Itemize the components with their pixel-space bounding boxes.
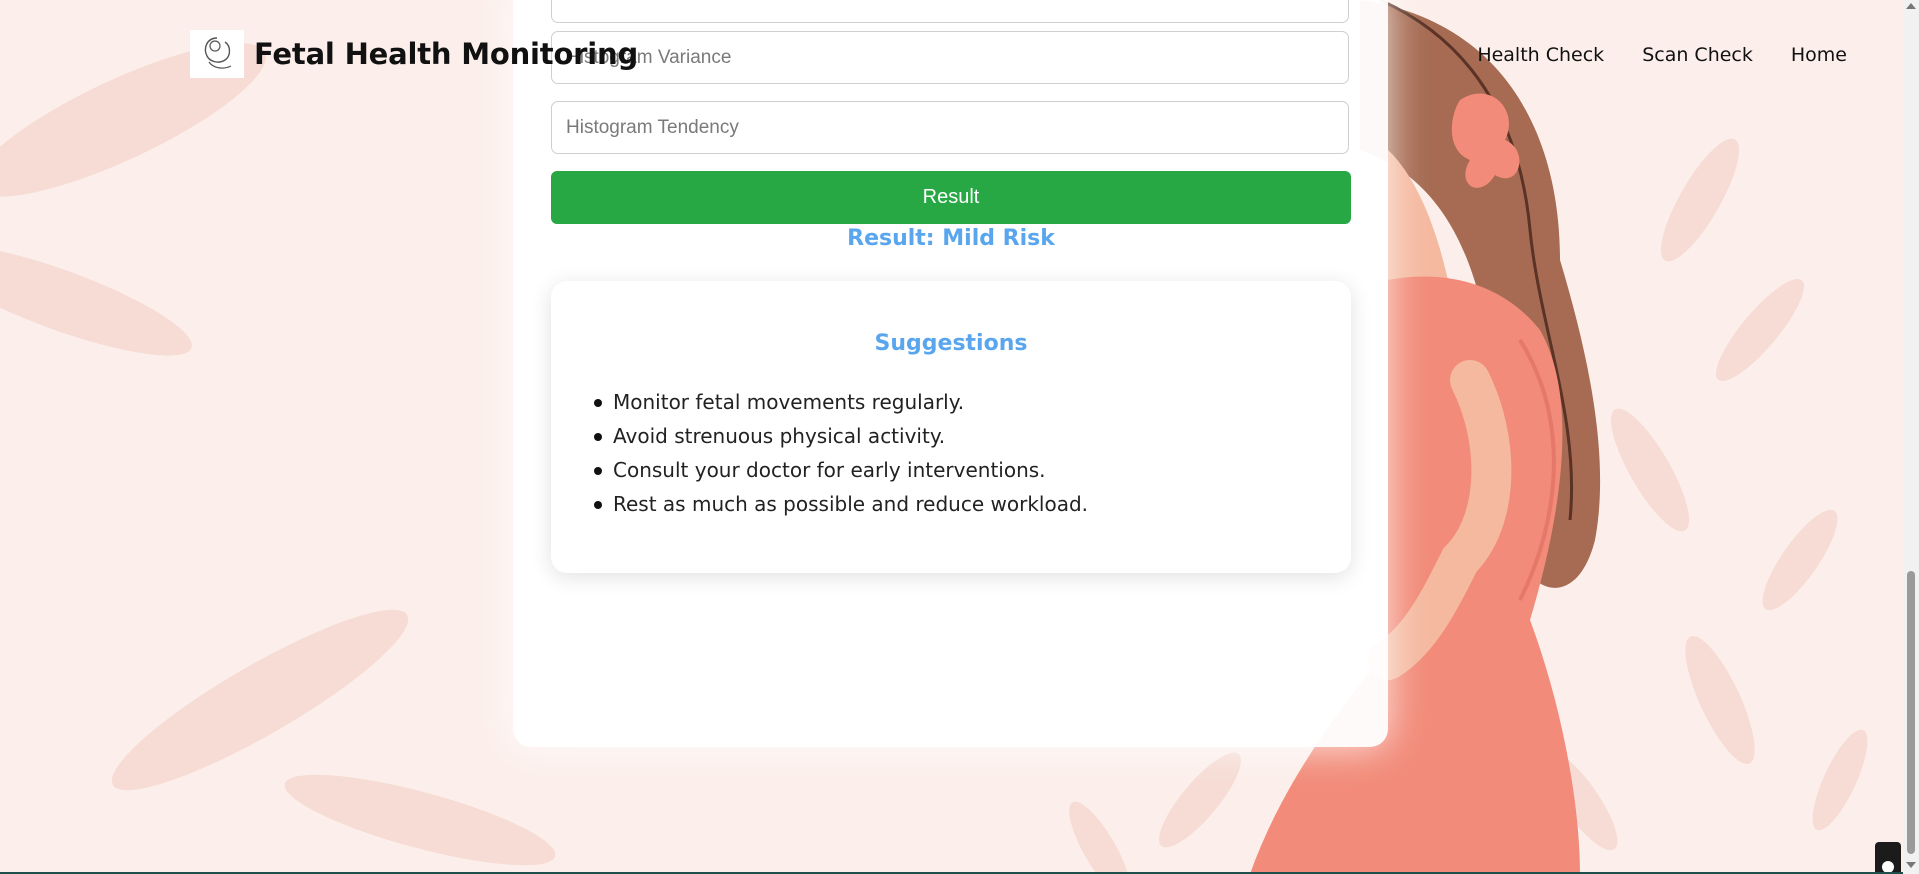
brand[interactable]: Fetal Health Monitoring — [190, 30, 638, 78]
result-button[interactable]: Result — [551, 171, 1351, 224]
scroll-up-arrow-icon[interactable] — [1906, 3, 1916, 9]
top-nav: Health Check Scan Check Home — [1477, 44, 1847, 66]
scrollbar-thumb[interactable] — [1907, 571, 1915, 854]
scroll-down-arrow-icon[interactable] — [1906, 862, 1916, 868]
brand-name: Fetal Health Monitoring — [254, 37, 639, 71]
list-item: Monitor fetal movements regularly. — [593, 385, 1088, 419]
nav-health-check[interactable]: Health Check — [1477, 44, 1604, 66]
fetus-line-art-icon — [190, 30, 244, 78]
list-item: Rest as much as possible and reduce work… — [593, 487, 1088, 521]
histogram-tendency-input[interactable] — [551, 101, 1349, 154]
floating-action-button[interactable] — [1875, 842, 1901, 874]
nav-home[interactable]: Home — [1791, 44, 1847, 66]
list-item: Avoid strenuous physical activity. — [593, 419, 1088, 453]
previous-input-field[interactable] — [551, 0, 1349, 23]
nav-scan-check[interactable]: Scan Check — [1642, 44, 1753, 66]
result-text: Result: Mild Risk — [847, 226, 1055, 251]
vertical-scrollbar[interactable] — [1903, 0, 1919, 874]
suggestions-list: Monitor fetal movements regularly. Avoid… — [593, 385, 1088, 521]
list-item: Consult your doctor for early interventi… — [593, 453, 1088, 487]
suggestions-title: Suggestions — [874, 331, 1028, 356]
suggestions-card: Suggestions Monitor fetal movements regu… — [551, 281, 1351, 573]
histogram-variance-input[interactable] — [551, 31, 1349, 84]
